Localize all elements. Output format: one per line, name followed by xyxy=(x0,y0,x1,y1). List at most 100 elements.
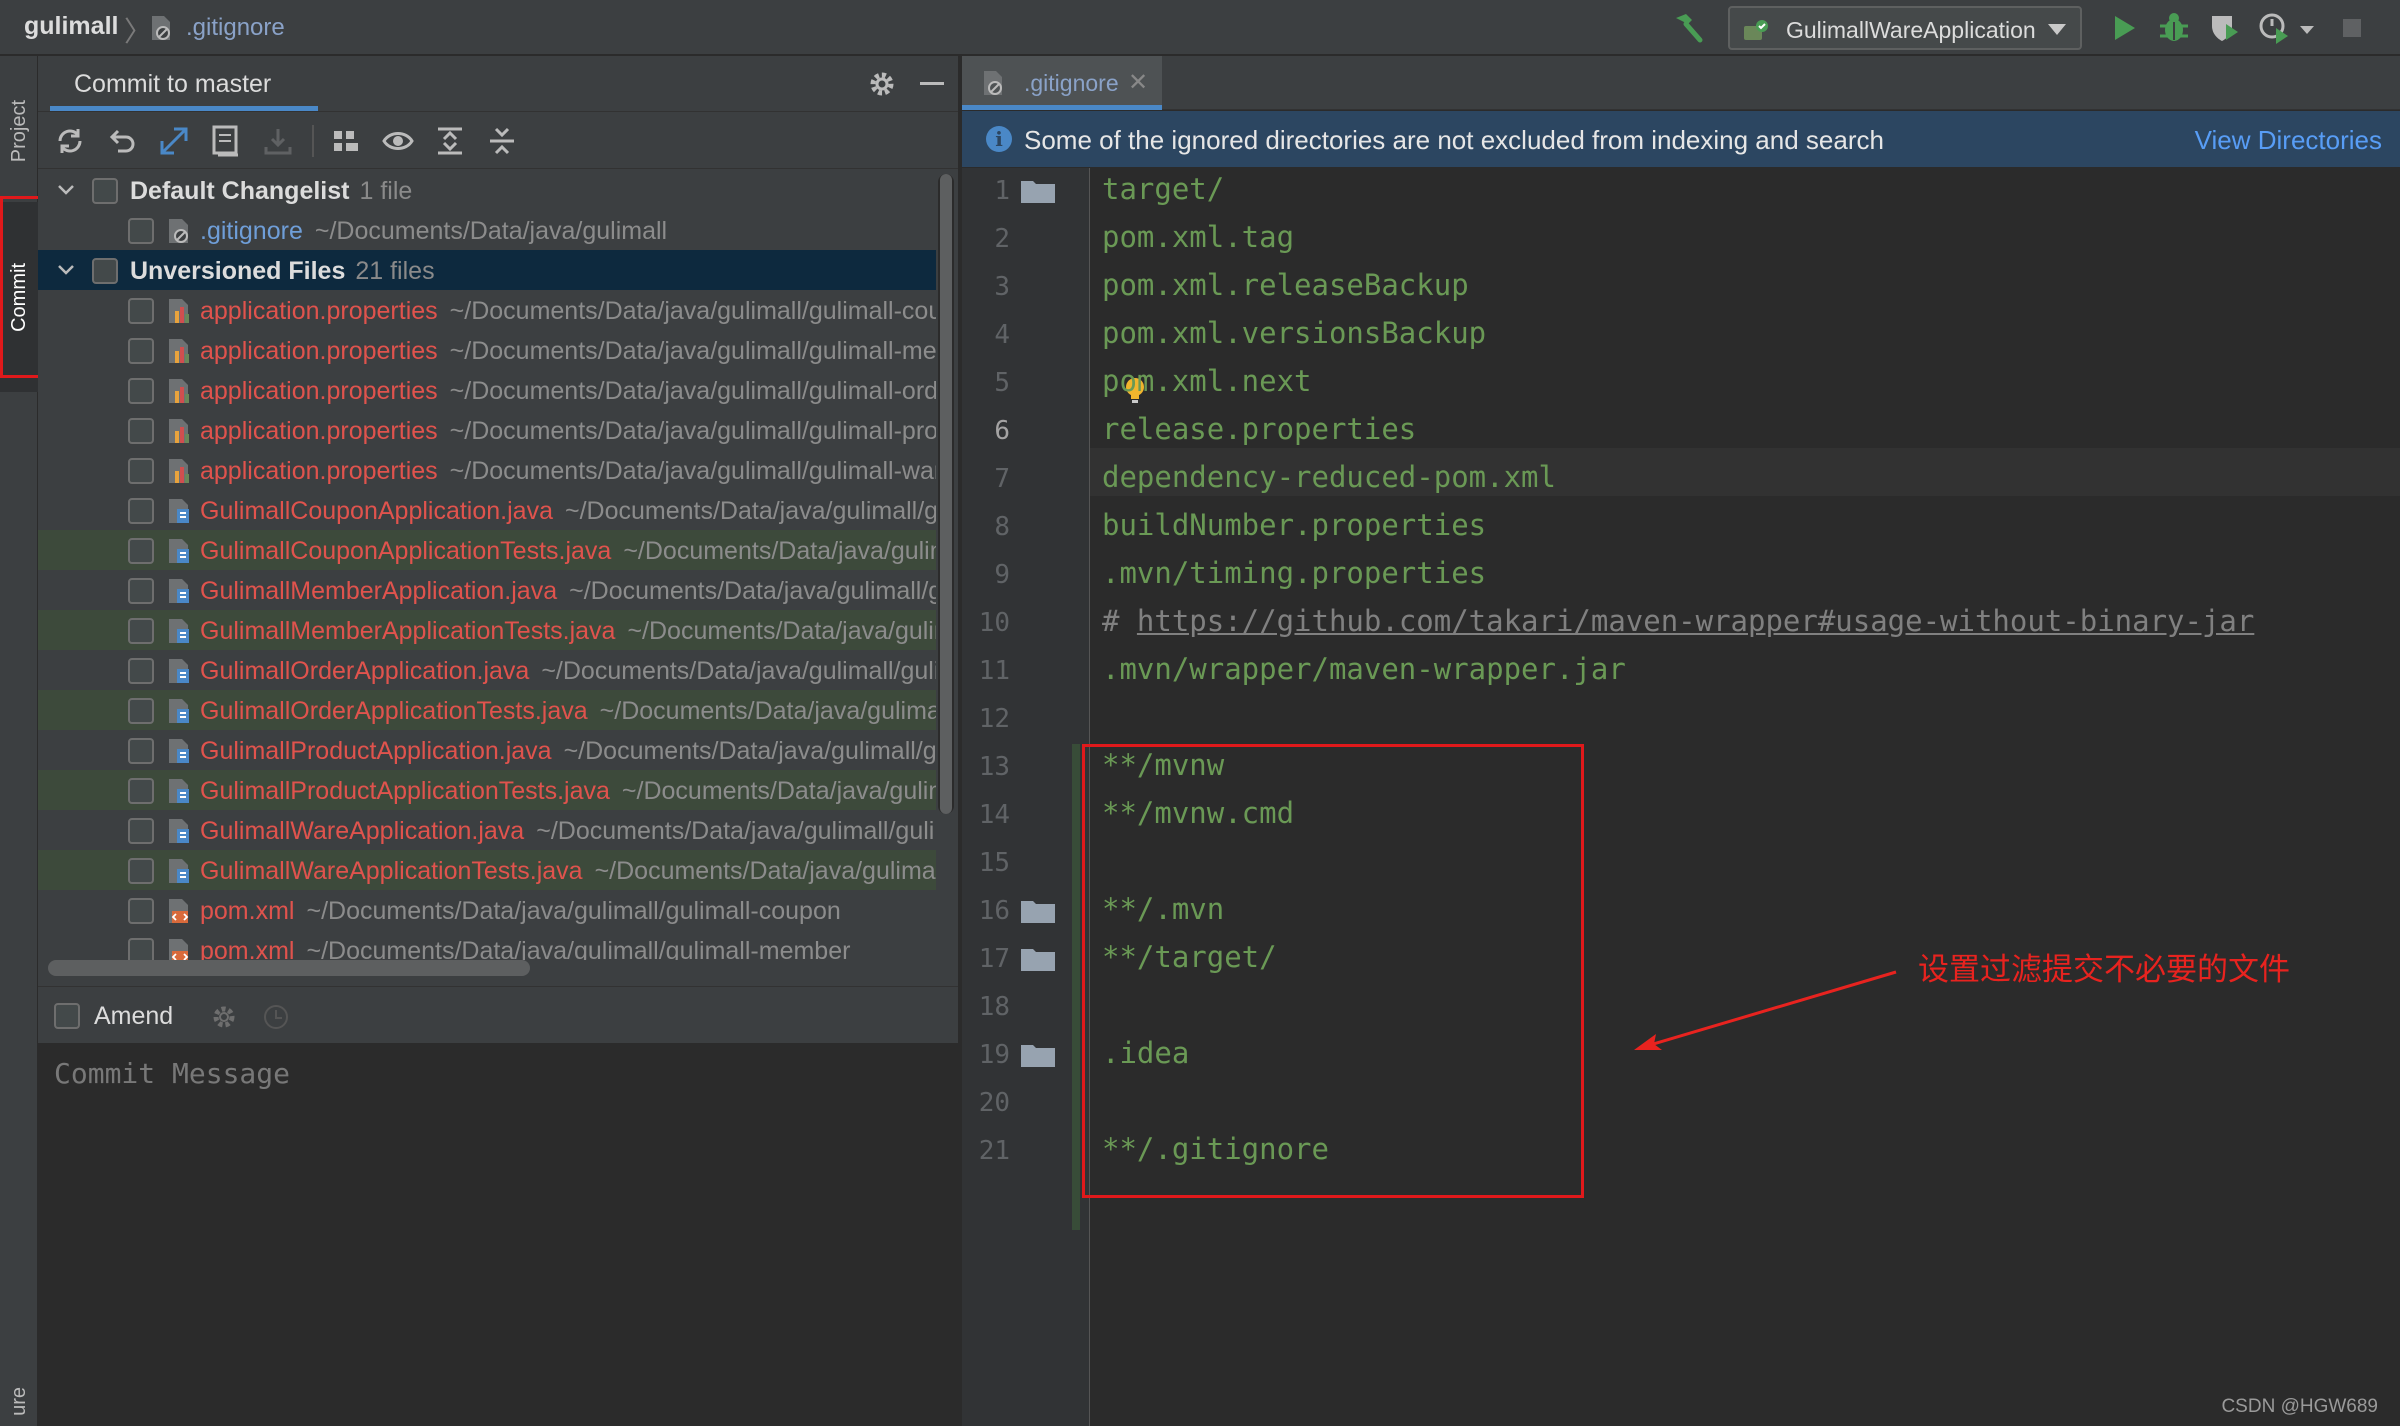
shelve-icon[interactable] xyxy=(260,123,296,159)
file-row[interactable]: pom.xml ~/Documents/Data/java/gulimall/gu… xyxy=(38,930,936,960)
code-line[interactable]: pom.xml.tag xyxy=(1102,220,1294,254)
file-row[interactable]: application.properties ~/Documents/Data/j… xyxy=(38,290,936,330)
line-number[interactable]: 6 xyxy=(962,416,1010,446)
line-number[interactable]: 19 xyxy=(962,1040,1010,1070)
show-diff-icon[interactable] xyxy=(156,123,192,159)
line-number[interactable]: 20 xyxy=(962,1088,1010,1118)
file-row[interactable]: GulimallMemberApplicationTests.java ~/Doc… xyxy=(38,610,936,650)
line-number[interactable]: 14 xyxy=(962,800,1010,830)
file-row[interactable]: GulimallProductApplication.java ~/Documen… xyxy=(38,730,936,770)
file-checkbox[interactable] xyxy=(128,738,154,764)
line-number[interactable]: 4 xyxy=(962,320,1010,350)
file-checkbox[interactable] xyxy=(128,778,154,804)
file-checkbox[interactable] xyxy=(128,698,154,724)
file-checkbox[interactable] xyxy=(128,418,154,444)
file-row[interactable]: pom.xml ~/Documents/Data/java/gulimall/gu… xyxy=(38,890,936,930)
chevron-down-icon[interactable] xyxy=(56,260,76,280)
tool-tab-project[interactable]: Project xyxy=(0,66,38,196)
stop-icon[interactable] xyxy=(2334,10,2370,46)
line-number[interactable]: 10 xyxy=(962,608,1010,638)
breadcrumb-project[interactable]: gulimall xyxy=(24,12,118,41)
vcs-change-marker[interactable] xyxy=(1072,744,1080,1230)
code-line[interactable]: pom.xml.releaseBackup xyxy=(1102,268,1469,302)
chevron-down-icon[interactable] xyxy=(56,180,76,200)
line-number[interactable]: 17 xyxy=(962,944,1010,974)
file-row[interactable]: application.properties ~/Documents/Data/j… xyxy=(38,370,936,410)
profile-icon[interactable] xyxy=(2256,10,2292,46)
line-number[interactable]: 21 xyxy=(962,1136,1010,1166)
file-row[interactable]: GulimallWareApplicationTests.java ~/Docum… xyxy=(38,850,936,890)
panel-title[interactable]: Commit to master xyxy=(74,70,271,99)
changelist-icon[interactable] xyxy=(208,123,244,159)
file-row[interactable]: GulimallOrderApplication.java ~/Documents… xyxy=(38,650,936,690)
line-number[interactable]: 5 xyxy=(962,368,1010,398)
line-number[interactable]: 11 xyxy=(962,656,1010,686)
file-checkbox[interactable] xyxy=(128,458,154,484)
tree-vertical-scrollbar[interactable] xyxy=(940,174,952,814)
gear-icon[interactable] xyxy=(866,68,898,100)
file-row[interactable]: GulimallOrderApplicationTests.java ~/Docu… xyxy=(38,690,936,730)
amend-checkbox[interactable] xyxy=(54,1003,80,1029)
line-number[interactable]: 12 xyxy=(962,704,1010,734)
refresh-icon[interactable] xyxy=(52,123,88,159)
changelist-checkbox[interactable] xyxy=(92,258,118,284)
profile-dropdown-chevron-icon[interactable] xyxy=(2296,10,2320,46)
file-row[interactable]: .gitignore ~/Documents/Data/java/gulimall xyxy=(38,210,936,250)
minimize-icon[interactable] xyxy=(920,82,944,85)
build-hammer-icon[interactable] xyxy=(1670,10,1706,46)
line-number[interactable]: 8 xyxy=(962,512,1010,542)
eye-icon[interactable] xyxy=(380,123,416,159)
file-checkbox[interactable] xyxy=(128,898,154,924)
file-row[interactable]: GulimallProductApplicationTests.java ~/Do… xyxy=(38,770,936,810)
commit-options-gear-icon[interactable] xyxy=(210,1003,238,1031)
editor-tab-gitignore[interactable]: .gitignore ✕ xyxy=(962,56,1162,110)
file-checkbox[interactable] xyxy=(128,538,154,564)
code-line[interactable]: buildNumber.properties xyxy=(1102,508,1486,542)
code-line[interactable]: target/ xyxy=(1102,172,1224,206)
file-checkbox[interactable] xyxy=(128,618,154,644)
code-line[interactable]: pom.xml.next xyxy=(1102,364,1312,398)
code-line[interactable]: release.properties xyxy=(1102,412,1416,446)
code-line[interactable]: .mvn/timing.properties xyxy=(1102,556,1486,590)
file-row[interactable]: GulimallWareApplication.java ~/Documents/… xyxy=(38,810,936,850)
line-number[interactable]: 18 xyxy=(962,992,1010,1022)
debug-icon[interactable] xyxy=(2156,10,2192,46)
file-row[interactable]: GulimallCouponApplication.java ~/Document… xyxy=(38,490,936,530)
file-checkbox[interactable] xyxy=(128,658,154,684)
file-checkbox[interactable] xyxy=(128,378,154,404)
code-line[interactable]: # https://github.com/takari/maven-wrappe… xyxy=(1102,604,2254,638)
file-row[interactable]: GulimallCouponApplicationTests.java ~/Doc… xyxy=(38,530,936,570)
coverage-icon[interactable] xyxy=(2206,10,2242,46)
file-checkbox[interactable] xyxy=(128,578,154,604)
commit-message-input[interactable] xyxy=(38,1043,958,1426)
tree-horizontal-scrollbar[interactable] xyxy=(48,960,530,976)
file-checkbox[interactable] xyxy=(128,338,154,364)
breadcrumb-file[interactable]: .gitignore xyxy=(186,14,285,42)
line-number[interactable]: 1 xyxy=(962,176,1010,206)
file-checkbox[interactable] xyxy=(128,498,154,524)
changelist-row[interactable]: Default Changelist 1 file xyxy=(38,170,936,210)
code-line[interactable]: pom.xml.versionsBackup xyxy=(1102,316,1486,350)
line-number[interactable]: 9 xyxy=(962,560,1010,590)
collapse-all-icon[interactable] xyxy=(484,123,520,159)
line-number[interactable]: 2 xyxy=(962,224,1010,254)
view-directories-link[interactable]: View Directories xyxy=(2195,125,2382,156)
line-number[interactable]: 16 xyxy=(962,896,1010,926)
rollback-icon[interactable] xyxy=(104,123,140,159)
run-configuration-dropdown[interactable]: GulimallWareApplication xyxy=(1728,6,2082,50)
file-checkbox[interactable] xyxy=(128,818,154,844)
file-checkbox[interactable] xyxy=(128,858,154,884)
changelist-checkbox[interactable] xyxy=(92,178,118,204)
line-number[interactable]: 3 xyxy=(962,272,1010,302)
file-checkbox[interactable] xyxy=(128,938,154,960)
code-line[interactable]: .mvn/wrapper/maven-wrapper.jar xyxy=(1102,652,1626,686)
close-icon[interactable]: ✕ xyxy=(1128,68,1148,97)
changelist-row[interactable]: Unversioned Files 21 files xyxy=(38,250,936,290)
amend-label[interactable]: Amend xyxy=(94,1002,173,1031)
comment-url-link[interactable]: https://github.com/takari/maven-wrapper#… xyxy=(1137,604,2254,638)
file-row[interactable]: application.properties ~/Documents/Data/j… xyxy=(38,330,936,370)
tool-tab-structure[interactable]: ure xyxy=(0,1376,38,1426)
file-checkbox[interactable] xyxy=(128,218,154,244)
line-number[interactable]: 15 xyxy=(962,848,1010,878)
file-checkbox[interactable] xyxy=(128,298,154,324)
